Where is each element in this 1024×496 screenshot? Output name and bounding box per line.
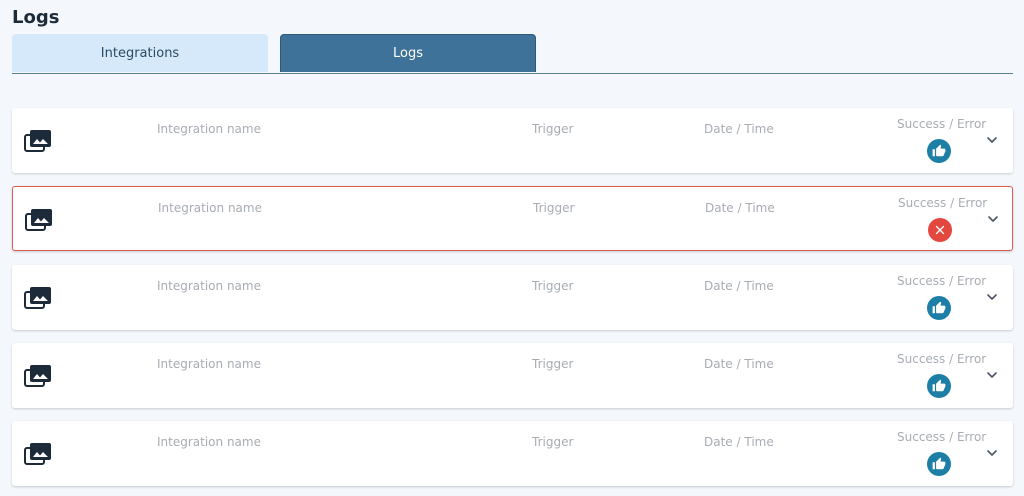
trigger-cell: Trigger bbox=[532, 279, 574, 293]
log-row[interactable]: Integration name Trigger Date / Time Succes… bbox=[12, 265, 1013, 330]
log-row[interactable]: Integration name Trigger Date / Time Succes… bbox=[12, 108, 1013, 173]
date-time-cell: Date / Time bbox=[704, 357, 774, 371]
chevron-down-icon[interactable] bbox=[985, 367, 999, 381]
log-row[interactable]: Integration name Trigger Date / Time Succes… bbox=[12, 343, 1013, 408]
integration-name-cell: Integration name bbox=[158, 201, 262, 215]
integration-name-cell: Integration name bbox=[157, 357, 261, 371]
photo-library-icon bbox=[24, 286, 52, 310]
photo-library-icon bbox=[24, 364, 52, 388]
chevron-down-icon[interactable] bbox=[985, 289, 999, 303]
tab-integrations[interactable]: Integrations bbox=[12, 34, 268, 72]
photo-library-icon bbox=[25, 208, 53, 232]
status-label: Success / Error bbox=[898, 196, 988, 210]
status-label: Success / Error bbox=[897, 117, 987, 131]
integration-name-cell: Integration name bbox=[157, 435, 261, 449]
chevron-down-icon[interactable] bbox=[986, 211, 1000, 225]
trigger-cell: Trigger bbox=[532, 122, 574, 136]
error-status-icon bbox=[928, 218, 952, 242]
page-title: Logs bbox=[12, 7, 60, 28]
thumbs-up-icon bbox=[927, 296, 951, 320]
integration-name-cell: Integration name bbox=[157, 279, 261, 293]
date-time-cell: Date / Time bbox=[705, 201, 775, 215]
chevron-down-icon[interactable] bbox=[985, 445, 999, 459]
photo-library-icon bbox=[24, 129, 52, 153]
status-label: Success / Error bbox=[897, 430, 987, 444]
log-row[interactable]: Integration name Trigger Date / Time Succes… bbox=[12, 421, 1013, 486]
chevron-down-icon[interactable] bbox=[985, 132, 999, 146]
trigger-cell: Trigger bbox=[532, 435, 574, 449]
date-time-cell: Date / Time bbox=[704, 279, 774, 293]
thumbs-up-icon bbox=[927, 374, 951, 398]
status-label: Success / Error bbox=[897, 352, 987, 366]
tab-logs[interactable]: Logs bbox=[280, 34, 536, 72]
thumbs-up-icon bbox=[927, 139, 951, 163]
integration-name-cell: Integration name bbox=[157, 122, 261, 136]
trigger-cell: Trigger bbox=[532, 357, 574, 371]
log-row[interactable]: Integration name Trigger Date / Time Succes… bbox=[12, 186, 1013, 251]
date-time-cell: Date / Time bbox=[704, 122, 774, 136]
tab-bar: Integrations Logs bbox=[12, 34, 1013, 74]
status-label: Success / Error bbox=[897, 274, 987, 288]
date-time-cell: Date / Time bbox=[704, 435, 774, 449]
thumbs-up-icon bbox=[927, 452, 951, 476]
trigger-cell: Trigger bbox=[533, 201, 575, 215]
photo-library-icon bbox=[24, 442, 52, 466]
